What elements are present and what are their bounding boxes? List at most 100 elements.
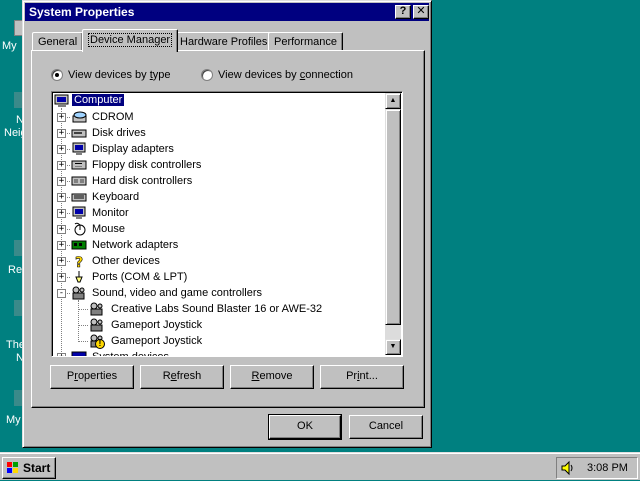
- keyboard-icon: [71, 190, 87, 204]
- tree-label: Creative Labs Sound Blaster 16 or AWE-32: [111, 303, 323, 315]
- monitor-icon: [71, 142, 87, 156]
- scroll-thumb[interactable]: [385, 109, 401, 325]
- print-button[interactable]: Print...: [320, 365, 404, 389]
- tree-label: Floppy disk controllers: [92, 159, 202, 171]
- tab-hardware-profiles[interactable]: Hardware Profiles: [174, 32, 274, 51]
- tab-device-manager[interactable]: Device Manager: [82, 29, 179, 52]
- computer-icon: [54, 94, 70, 108]
- tree-label: Mouse: [92, 223, 126, 235]
- tree-category-item[interactable]: + Network adapters: [52, 237, 386, 253]
- scroll-down-button[interactable]: ▼: [385, 339, 401, 355]
- clock[interactable]: 3:08 PM: [587, 462, 628, 474]
- system-device-icon: [71, 350, 87, 356]
- start-button[interactable]: Start: [2, 457, 56, 479]
- close-button[interactable]: ✕: [413, 5, 429, 19]
- system-properties-window: System Properties ? ✕ General Device Man…: [22, 0, 432, 448]
- radio-label: View devices by connection: [218, 69, 353, 81]
- svg-text:?: ?: [75, 255, 83, 268]
- tree-category-item[interactable]: + Floppy disk controllers: [52, 157, 386, 173]
- tree-category-item[interactable]: + Display adapters: [52, 141, 386, 157]
- mouse-icon: [71, 222, 87, 236]
- tree-device-item[interactable]: Gameport Joystick: [52, 317, 386, 333]
- tree-category-item[interactable]: + CDROM: [52, 109, 386, 125]
- tree-label: Monitor: [92, 207, 129, 219]
- tree-label: Other devices: [92, 255, 160, 267]
- tab-general[interactable]: General: [32, 32, 84, 51]
- tree-line: [79, 309, 88, 310]
- remove-button[interactable]: Remove: [230, 365, 314, 389]
- expand-icon[interactable]: +: [57, 161, 66, 170]
- multimedia-icon: [89, 302, 105, 316]
- tab-performance[interactable]: Performance: [268, 32, 343, 51]
- ok-button[interactable]: OK: [268, 414, 342, 440]
- port-icon: [71, 270, 87, 284]
- question-mark-icon: ?: [71, 254, 87, 272]
- network-adapter-icon: [71, 238, 87, 252]
- tree-root-computer[interactable]: Computer: [52, 93, 386, 109]
- scroll-up-button[interactable]: ▲: [385, 93, 401, 109]
- tree-label: Display adapters: [92, 143, 174, 155]
- tree-label: System devices: [92, 351, 169, 356]
- tree-category-item[interactable]: + System devices: [52, 349, 386, 356]
- tree-line: [79, 341, 88, 342]
- tab-label: Device Manager: [88, 33, 173, 47]
- expand-icon[interactable]: +: [57, 145, 66, 154]
- title-bar[interactable]: System Properties ? ✕: [25, 3, 429, 21]
- expand-icon[interactable]: +: [57, 193, 66, 202]
- expand-icon[interactable]: +: [57, 113, 66, 122]
- hard-disk-controller-icon: [71, 174, 87, 188]
- multimedia-icon: [89, 318, 105, 332]
- radio-label: View devices by type: [68, 69, 171, 81]
- warning-icon: !: [95, 339, 105, 349]
- tree-category-item[interactable]: + Monitor: [52, 205, 386, 221]
- tree-device-item[interactable]: Creative Labs Sound Blaster 16 or AWE-32: [52, 301, 386, 317]
- taskbar: Start 3:08 PM: [0, 452, 640, 480]
- tree-label: Gameport Joystick: [111, 335, 203, 347]
- multimedia-icon: !: [89, 334, 105, 349]
- tree-category-item[interactable]: + Disk drives: [52, 125, 386, 141]
- desktop-label: My: [2, 40, 17, 52]
- tree-label: Gameport Joystick: [111, 319, 203, 331]
- tab-label: Performance: [274, 36, 337, 48]
- device-tree[interactable]: Computer + CDROM + Disk drives + Display adap…: [51, 91, 403, 357]
- tree-line: [79, 325, 88, 326]
- radio-selected-dot: [55, 73, 59, 77]
- tree-category-item[interactable]: +? Other devices: [52, 253, 386, 272]
- desktop-label: Re: [8, 264, 23, 276]
- expand-icon[interactable]: +: [57, 241, 66, 250]
- tree-device-item[interactable]: ! Gameport Joystick: [52, 333, 386, 349]
- start-label: Start: [23, 461, 51, 475]
- windows-logo-icon: [6, 461, 20, 475]
- tree-category-item[interactable]: + Mouse: [52, 221, 386, 237]
- tree-category-item[interactable]: + Hard disk controllers: [52, 173, 386, 189]
- volume-speaker-icon[interactable]: [561, 460, 575, 476]
- collapse-icon[interactable]: -: [57, 289, 66, 298]
- help-button[interactable]: ?: [395, 5, 411, 19]
- system-tray: 3:08 PM: [556, 457, 638, 479]
- tree-category-item[interactable]: - Sound, video and game controllers: [52, 285, 386, 301]
- tree-label: Network adapters: [92, 239, 179, 251]
- tree-label: Hard disk controllers: [92, 175, 193, 187]
- tab-label: Hardware Profiles: [180, 36, 268, 48]
- tree-label: Ports (COM & LPT): [92, 271, 188, 283]
- device-tree-content: Computer + CDROM + Disk drives + Display adap…: [52, 92, 386, 356]
- expand-icon[interactable]: +: [57, 129, 66, 138]
- expand-icon[interactable]: +: [57, 257, 66, 266]
- expand-icon[interactable]: +: [57, 209, 66, 218]
- properties-button[interactable]: Properties: [50, 365, 134, 389]
- expand-icon[interactable]: +: [57, 177, 66, 186]
- radio-button[interactable]: [201, 69, 213, 81]
- tree-label: Sound, video and game controllers: [92, 287, 262, 299]
- tree-label: Keyboard: [92, 191, 140, 203]
- vertical-scrollbar[interactable]: ▲ ▼: [385, 93, 401, 355]
- window-title: System Properties: [29, 5, 135, 19]
- multimedia-icon: [71, 286, 87, 300]
- tree-category-item[interactable]: + Ports (COM & LPT): [52, 269, 386, 285]
- cancel-button[interactable]: Cancel: [349, 415, 423, 439]
- expand-icon[interactable]: +: [57, 273, 66, 282]
- expand-icon[interactable]: +: [57, 225, 66, 234]
- radio-button[interactable]: [51, 69, 63, 81]
- refresh-button[interactable]: Refresh: [140, 365, 224, 389]
- tree-category-item[interactable]: + Keyboard: [52, 189, 386, 205]
- expand-icon[interactable]: +: [57, 353, 66, 356]
